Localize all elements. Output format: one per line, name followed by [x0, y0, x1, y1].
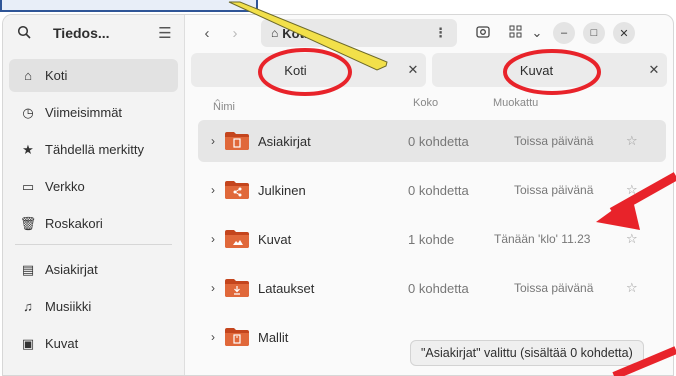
sidebar-item-label: Musiikki	[45, 299, 92, 314]
file-list: › Asiakirjat 0 kohdetta Toissa päivänä ☆…	[198, 120, 666, 365]
file-size: 0 kohdetta	[408, 182, 469, 198]
sidebar-item-label: Viimeisimmät	[45, 105, 123, 120]
sidebar-item-documents[interactable]: ▤ Asiakirjat	[9, 253, 178, 286]
column-header-modified[interactable]: Muokattu	[493, 97, 538, 109]
sidebar-item-recent[interactable]: ◷ Viimeisimmät	[9, 96, 178, 129]
tab-pictures[interactable]: Kuvat ✕	[432, 53, 667, 87]
sidebar-divider	[15, 244, 172, 245]
tab-label: Koti	[284, 62, 307, 78]
path-menu-icon[interactable]: ⋮	[434, 25, 447, 41]
file-modified: Toissa päivänä	[514, 183, 594, 197]
table-row[interactable]: › Kuvat 1 kohde Tänään 'klo' 11.23 ☆	[198, 218, 666, 260]
home-icon: ⌂	[271, 26, 279, 40]
file-modified: Toissa päivänä	[514, 134, 594, 148]
expand-chevron-icon[interactable]: ›	[204, 281, 222, 295]
path-bar[interactable]: ⌂ Koti ⋮	[261, 19, 457, 47]
annotation-callout-box	[0, 0, 258, 12]
document-icon: ▤	[21, 261, 35, 277]
close-icon[interactable]: ✕	[400, 62, 426, 78]
sidebar: Tiedos... ☰ ⌂ Koti ◷ Viimeisimmät ★ Tähd…	[3, 15, 185, 375]
search-folder-icon[interactable]	[469, 25, 497, 42]
file-size: 0 kohdetta	[408, 133, 469, 149]
file-modified: Tänään 'klo' 11.23	[494, 232, 591, 246]
view-grid-icon[interactable]	[501, 25, 529, 41]
header-bar: ‹ › ⌂ Koti ⋮ ⌄ – □ ✕	[185, 15, 673, 51]
expand-chevron-icon[interactable]: ›	[204, 232, 222, 246]
home-icon: ⌂	[24, 68, 32, 83]
sidebar-item-pictures[interactable]: ▣ Kuvat	[9, 327, 178, 360]
table-row[interactable]: › Julkinen 0 kohdetta Toissa päivänä ☆	[198, 169, 666, 211]
sidebar-item-network[interactable]: ▭ Verkko	[9, 170, 178, 203]
back-button[interactable]: ‹	[193, 25, 221, 42]
minimize-button[interactable]: –	[553, 22, 575, 44]
column-header-name[interactable]: Nimi ⌃	[213, 97, 235, 113]
star-icon: ★	[22, 141, 34, 157]
column-header-size[interactable]: Koko	[413, 97, 438, 109]
close-icon[interactable]: ✕	[641, 62, 667, 78]
sidebar-item-label: Verkko	[45, 179, 85, 194]
tab-bar: Koti ✕ Kuvat ✕	[185, 53, 673, 87]
file-modified: Toissa päivänä	[514, 281, 594, 295]
sidebar-item-label: Roskakori	[45, 216, 103, 231]
folder-public-icon	[224, 180, 250, 200]
search-icon[interactable]	[17, 25, 39, 42]
table-row[interactable]: › Asiakirjat 0 kohdetta Toissa päivänä ☆	[198, 120, 666, 162]
sidebar-header: Tiedos... ☰	[3, 15, 184, 51]
sidebar-item-label: Koti	[45, 68, 68, 83]
expand-chevron-icon[interactable]: ›	[204, 134, 222, 148]
music-icon: ♫	[23, 299, 33, 314]
file-name: Asiakirjat	[258, 133, 311, 149]
folder-templates-icon	[224, 327, 250, 347]
hamburger-menu-icon[interactable]: ☰	[154, 24, 176, 42]
file-name: Mallit	[258, 329, 289, 345]
expand-chevron-icon[interactable]: ›	[204, 330, 222, 344]
folder-pictures-icon	[224, 229, 250, 249]
sidebar-item-label: Tähdellä merkitty	[45, 142, 144, 157]
table-row[interactable]: › Lataukset 0 kohdetta Toissa päivänä ☆	[198, 267, 666, 309]
image-icon: ▣	[21, 335, 35, 351]
trash-icon: 🗑︎	[19, 215, 37, 231]
file-size: 0 kohdetta	[408, 280, 469, 296]
sidebar-item-music[interactable]: ♫ Musiikki	[9, 290, 178, 323]
sidebar-places: ⌂ Koti ◷ Viimeisimmät ★ Tähdellä merkitt…	[3, 51, 184, 372]
forward-button[interactable]: ›	[221, 25, 249, 42]
sidebar-item-trash[interactable]: 🗑︎ Roskakori	[9, 207, 178, 240]
path-label: Koti	[282, 25, 308, 41]
clock-icon: ◷	[22, 104, 34, 120]
file-name: Julkinen	[258, 182, 306, 198]
expand-chevron-icon[interactable]: ›	[204, 183, 222, 197]
folder-documents-icon	[224, 131, 250, 151]
folder-downloads-icon	[224, 278, 250, 298]
selection-status-bar: "Asiakirjat" valittu (sisältää 0 kohdett…	[410, 340, 644, 366]
file-name: Kuvat	[258, 231, 292, 247]
file-size: 1 kohde	[408, 231, 455, 247]
app-title: Tiedos...	[53, 25, 110, 41]
star-toggle-icon[interactable]: ☆	[626, 231, 638, 247]
tab-label: Kuvat	[519, 62, 554, 78]
star-toggle-icon[interactable]: ☆	[626, 182, 638, 198]
network-icon: ▭	[21, 178, 35, 194]
tab-home[interactable]: Koti ✕	[191, 53, 426, 87]
view-options-chevron-icon[interactable]: ⌄	[529, 25, 545, 41]
maximize-button[interactable]: □	[583, 22, 605, 44]
close-button[interactable]: ✕	[613, 22, 635, 44]
sidebar-item-home[interactable]: ⌂ Koti	[9, 59, 178, 92]
star-toggle-icon[interactable]: ☆	[626, 280, 638, 296]
file-name: Lataukset	[258, 280, 315, 296]
sidebar-item-starred[interactable]: ★ Tähdellä merkitty	[9, 133, 178, 166]
sidebar-item-label: Kuvat	[45, 336, 79, 351]
column-headers: Nimi ⌃ Koko Muokattu	[185, 93, 673, 115]
star-toggle-icon[interactable]: ☆	[626, 133, 638, 149]
sidebar-item-label: Asiakirjat	[45, 262, 98, 277]
